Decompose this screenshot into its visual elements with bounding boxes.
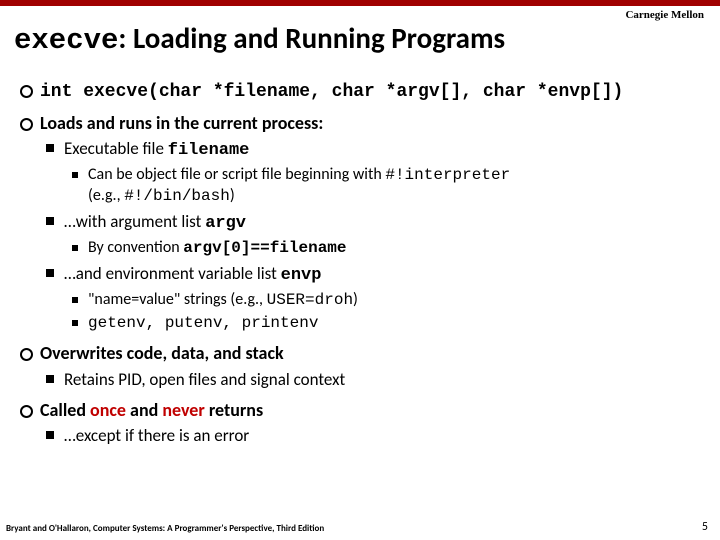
t: argv[0]==filename [183, 239, 346, 257]
sub-executable-prefix: Executable file [64, 138, 168, 159]
bullet-list: int execve(char *filename, char *argv[],… [10, 79, 710, 447]
t: #!/bin/bash [124, 187, 230, 205]
word-never: never [162, 399, 204, 421]
sub-executable-detail: Can be object file or script file beginn… [64, 165, 710, 207]
sub-envp-prefix: …and environment variable list [64, 263, 281, 284]
t: "name=value" strings (e.g., [88, 290, 267, 309]
institution-label: Carnegie Mellon [625, 9, 704, 21]
sub-executable-code: filename [168, 141, 250, 160]
sub-envp-code: envp [281, 266, 322, 285]
bullet-overwrites-text: Overwrites code, data, and stack [40, 342, 284, 364]
sub-retains: Retains PID, open files and signal conte… [40, 369, 710, 391]
sub-argv-prefix: …with argument list [64, 211, 205, 232]
sub-argv: …with argument list argv By convention a… [40, 211, 710, 259]
bullet-called: Called once and never returns …except if… [10, 399, 710, 448]
t: Retains PID, open files and signal conte… [64, 369, 345, 390]
bullet-loads-text: Loads and runs in the current process: [40, 112, 323, 134]
sub-argv-code: argv [205, 214, 246, 233]
t: ) [230, 186, 235, 205]
page-number: 5 [702, 520, 708, 534]
t: USER=droh [267, 291, 353, 309]
bullet-signature: int execve(char *filename, char *argv[],… [10, 79, 710, 104]
t: (e.g., [88, 186, 124, 205]
sub-envp: …and environment variable list envp "nam… [40, 263, 710, 335]
t: By convention [88, 238, 183, 257]
t: getenv, putenv, printenv [88, 314, 318, 332]
t: ) [353, 290, 358, 309]
sub-argv-detail: By convention argv[0]==filename [64, 238, 710, 259]
sub-executable: Executable file filename Can be object f… [40, 138, 710, 207]
t: Called [40, 399, 90, 421]
bullet-loads: Loads and runs in the current process: E… [10, 112, 710, 335]
sub-except: …except if there is an error [40, 425, 710, 447]
t: …except if there is an error [64, 425, 249, 446]
sub-envp-detail1: "name=value" strings (e.g., USER=droh) [64, 290, 710, 311]
t: and [126, 399, 162, 421]
word-once: once [90, 399, 126, 421]
sub-envp-detail2: getenv, putenv, printenv [64, 313, 710, 334]
title-rest: : Loading and Running Programs [118, 20, 505, 56]
slide-content: execve: Loading and Running Programs int… [0, 6, 720, 447]
slide-title: execve: Loading and Running Programs [14, 20, 710, 57]
footer-citation: Bryant and O'Hallaron, Computer Systems:… [6, 523, 324, 534]
title-code: execve [14, 24, 118, 57]
t: Can be object file or script file beginn… [88, 165, 385, 184]
bullet-overwrites: Overwrites code, data, and stack Retains… [10, 342, 710, 391]
t: #!interpreter [385, 166, 510, 184]
signature-text: int execve(char *filename, char *argv[],… [40, 82, 623, 102]
t: returns [205, 399, 263, 421]
